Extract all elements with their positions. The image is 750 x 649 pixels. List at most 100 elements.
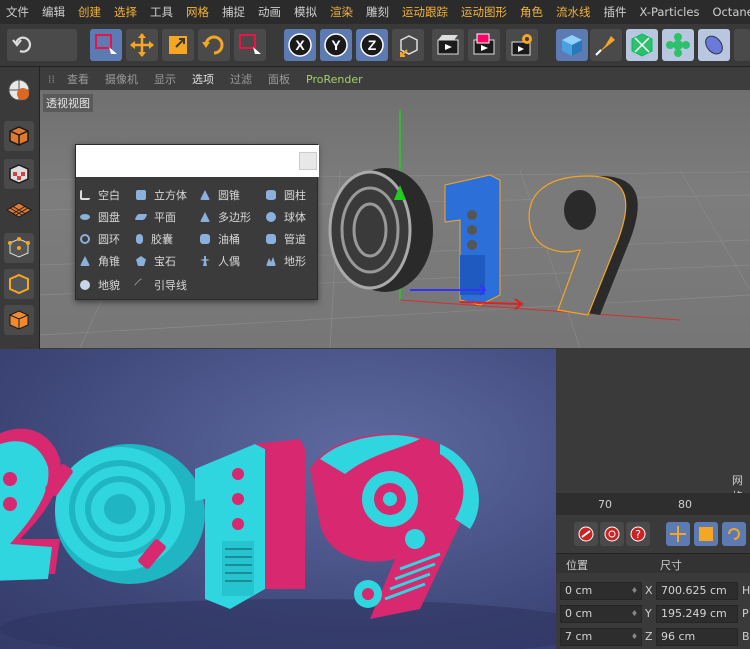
z-axis-lock-button[interactable]: Z [356, 29, 388, 61]
primitive-platonic[interactable]: 宝石 [136, 251, 176, 271]
viewport-menu-options[interactable]: 选项 [184, 71, 222, 87]
make-editable-button[interactable] [4, 75, 34, 105]
size-z-field[interactable]: 96 cm [656, 628, 738, 646]
primitive-figure[interactable]: 人偶 [200, 251, 240, 271]
position-z-field[interactable]: 7 cm ♦ [560, 628, 642, 646]
record-button[interactable] [574, 522, 598, 546]
size-y-field[interactable]: 195.249 cm [656, 605, 738, 623]
primitive-cube[interactable]: 立方体 [136, 185, 187, 205]
menu-select[interactable]: 选择 [108, 4, 144, 20]
viewport-menu-bar: ⁞⁞ 查看 摄像机 显示 选项 过滤 面板 ProRender [40, 68, 750, 90]
edges-mode-button[interactable] [4, 269, 34, 299]
key-scale-button[interactable] [694, 522, 718, 546]
primitive-capsule[interactable]: 胶囊 [136, 229, 173, 249]
menu-edit[interactable]: 编辑 [36, 4, 72, 20]
y-axis-lock-button[interactable]: Y [320, 29, 352, 61]
live-selection-button[interactable] [90, 29, 122, 61]
stepper-icon[interactable]: ♦ [631, 632, 638, 641]
popup-pin-button[interactable] [299, 152, 317, 170]
viewport-menu-view[interactable]: 查看 [59, 71, 97, 87]
primitive-cylinder[interactable]: 圆柱 [266, 185, 306, 205]
left-mode-bar [0, 67, 40, 349]
cylinder-icon [266, 190, 276, 200]
primitive-label: 圆盘 [98, 211, 120, 224]
viewport-menu-camera[interactable]: 摄像机 [97, 71, 146, 87]
world-coordinates-button[interactable] [392, 29, 424, 61]
polygons-mode-button[interactable] [4, 305, 34, 335]
position-x-field[interactable]: 0 cm ♦ [560, 582, 642, 600]
primitive-null[interactable]: 空白 [80, 185, 120, 205]
viewport-menu-panel[interactable]: 面板 [260, 71, 298, 87]
axis-label-x: X [645, 584, 653, 597]
menu-plugins[interactable]: 插件 [598, 4, 634, 20]
model-mode-button[interactable] [4, 121, 34, 151]
primitive-label: 立方体 [154, 189, 187, 202]
menu-pipeline[interactable]: 流水线 [550, 4, 598, 20]
rotate-button[interactable] [198, 29, 230, 61]
menu-x-particles[interactable]: X-Particles [634, 5, 707, 19]
primitive-guide[interactable]: 引导线 [133, 275, 187, 295]
primitive-plane[interactable]: 平面 [134, 207, 176, 227]
menu-sculpt[interactable]: 雕刻 [360, 4, 396, 20]
undo-button[interactable] [7, 29, 77, 61]
deformer-button[interactable] [698, 29, 730, 61]
render-view-button[interactable] [432, 29, 464, 61]
subdivision-button[interactable] [626, 29, 658, 61]
menu-character[interactable]: 角色 [514, 4, 550, 20]
size-x-field[interactable]: 700.625 cm [656, 582, 738, 600]
primitive-torus[interactable]: 圆环 [80, 229, 120, 249]
stepper-icon[interactable]: ♦ [631, 609, 638, 618]
menu-tools[interactable]: 工具 [144, 4, 180, 20]
deformer-icon [705, 35, 723, 55]
render-preview-image [0, 349, 556, 649]
landscape-icon [266, 257, 276, 266]
stepper-icon[interactable]: ♦ [631, 586, 638, 595]
render-to-picture-viewer-button[interactable] [468, 29, 500, 61]
key-rotation-button[interactable] [722, 522, 746, 546]
polygon-icon [200, 212, 210, 222]
autokey-button[interactable] [600, 522, 624, 546]
primitive-tube[interactable]: 管道 [266, 229, 306, 249]
menu-octane[interactable]: Octane [706, 5, 750, 19]
workplane-mode-button[interactable] [4, 195, 34, 225]
menu-file[interactable]: 文件 [0, 4, 36, 20]
menu-motion-tracking[interactable]: 运动跟踪 [396, 4, 455, 20]
key-position-button[interactable] [666, 522, 690, 546]
scale-button[interactable] [162, 29, 194, 61]
primitive-oil-tank[interactable]: 油桶 [200, 229, 240, 249]
position-y-field[interactable]: 0 cm ♦ [560, 605, 642, 623]
y-axis-label: Y [331, 37, 341, 53]
primitive-disc[interactable]: 圆盘 [80, 207, 120, 227]
pen-spline-button[interactable] [590, 29, 622, 61]
render-settings-button[interactable] [506, 29, 538, 61]
viewport-menu-display[interactable]: 显示 [146, 71, 184, 87]
menu-mograph[interactable]: 运动图形 [455, 4, 514, 20]
timeline-ruler[interactable]: 70 80 [556, 493, 750, 515]
menu-create[interactable]: 创建 [72, 4, 108, 20]
primitive-landscape[interactable]: 地形 [266, 251, 306, 271]
popup-header[interactable] [76, 145, 319, 177]
subdivision-icon [631, 33, 653, 57]
menu-render[interactable]: 渲染 [324, 4, 360, 20]
points-mode-button[interactable] [4, 233, 34, 263]
move-button[interactable] [126, 29, 158, 61]
help-button[interactable]: ? [626, 522, 650, 546]
primitive-cone[interactable]: 圆锥 [200, 185, 240, 205]
viewport-menu-filter[interactable]: 过滤 [222, 71, 260, 87]
primitive-relief[interactable]: 地貌 [80, 275, 120, 295]
primitive-pyramid[interactable]: 角锥 [80, 251, 120, 271]
texture-mode-button[interactable] [4, 159, 34, 189]
recent-tools-button[interactable] [234, 29, 266, 61]
timeline-tick: 80 [678, 498, 692, 511]
menu-simulate[interactable]: 模拟 [288, 4, 324, 20]
primitive-polygon[interactable]: 多边形 [200, 207, 251, 227]
menu-mesh[interactable]: 网格 [180, 4, 216, 20]
menu-snap[interactable]: 捕捉 [216, 4, 252, 20]
menu-animate[interactable]: 动画 [252, 4, 288, 20]
toolbar-overflow[interactable] [734, 29, 750, 61]
viewport-menu-prorender[interactable]: ProRender [298, 73, 371, 86]
cube-primitive-button[interactable] [556, 29, 588, 61]
cloner-button[interactable] [662, 29, 694, 61]
primitive-sphere[interactable]: 球体 [266, 207, 306, 227]
x-axis-lock-button[interactable]: X [284, 29, 316, 61]
